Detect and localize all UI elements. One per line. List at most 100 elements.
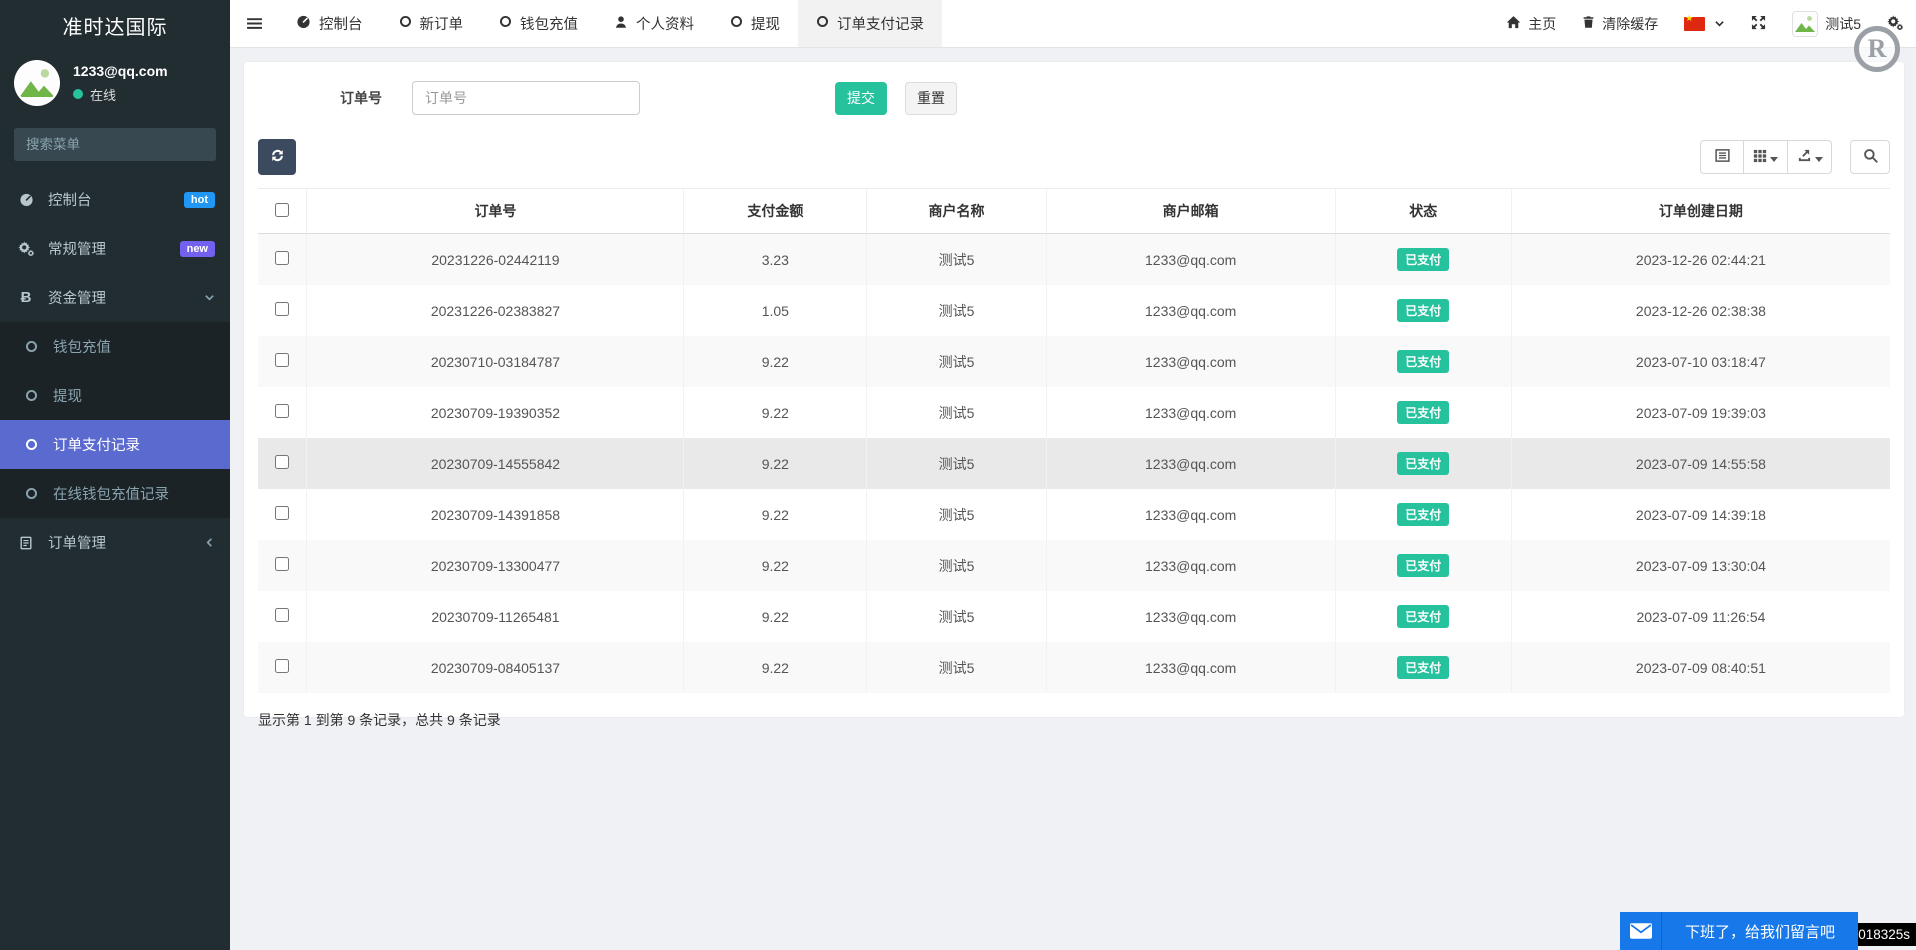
chevron-left-icon	[204, 537, 215, 548]
cell-status: 已支付	[1334, 285, 1512, 336]
cell-order_no: 20230709-19390352	[306, 387, 684, 438]
column-header-3: 商户邮箱	[1045, 188, 1336, 234]
records-summary: 显示第 1 到第 9 条记录，总共 9 条记录	[258, 712, 501, 728]
cell-status: 已支付	[1334, 387, 1512, 438]
sidebar-menu: 控制台 hot 常规管理 new Ƀ 资金管理 钱包充值 提现 订单支付记录 在线钱包充值记录订单…	[0, 175, 230, 567]
submit-button[interactable]: 提交	[835, 81, 887, 115]
cell-merchant: 测试5	[866, 336, 1047, 387]
cell-status: 已支付	[1334, 540, 1512, 591]
reset-button[interactable]: 重置	[905, 81, 957, 115]
hamburger-button[interactable]	[230, 0, 278, 47]
user-icon	[614, 15, 628, 33]
columns-button[interactable]	[1744, 140, 1788, 174]
china-flag-icon: ★	[1684, 13, 1706, 31]
tab-profile[interactable]: 个人资料	[596, 0, 712, 47]
row-checkbox[interactable]	[275, 659, 290, 673]
language-dropdown[interactable]: ★	[1671, 0, 1738, 47]
listview-icon	[1714, 148, 1730, 166]
trash-icon	[1582, 15, 1595, 32]
row-checkbox[interactable]	[275, 506, 290, 520]
row-checkbox[interactable]	[275, 353, 290, 367]
circle-icon	[20, 389, 42, 402]
row-checkbox-cell	[258, 591, 307, 642]
cell-merchant: 测试5	[866, 540, 1047, 591]
export-button[interactable]	[1788, 140, 1832, 174]
cell-email: 1233@qq.com	[1045, 387, 1336, 438]
home-link[interactable]: 主页	[1493, 0, 1569, 47]
filter-form: 订单号 提交 重置	[258, 80, 1890, 116]
sidebar-item-online-wallet-recharge-records[interactable]: 在线钱包充值记录	[0, 469, 230, 518]
cell-status: 已支付	[1334, 489, 1512, 540]
cell-created: 2023-07-09 14:39:18	[1510, 489, 1890, 540]
toggle-view-button[interactable]	[1700, 140, 1744, 174]
sidebar-item-wallet-recharge[interactable]: 钱包充值	[0, 322, 230, 371]
tab-new-order[interactable]: 新订单	[381, 0, 482, 47]
row-checkbox[interactable]	[275, 557, 290, 571]
badge-new: new	[179, 240, 215, 257]
refresh-button[interactable]	[258, 139, 296, 175]
topnav: 控制台新订单钱包充值个人资料提现订单支付记录 主页 清除缓存 ★ 测试	[230, 0, 1916, 48]
cell-email: 1233@qq.com	[1045, 540, 1336, 591]
table-toolbar	[258, 139, 1890, 175]
user-avatar[interactable]	[14, 60, 60, 106]
sidebar-item-funds-management[interactable]: Ƀ 资金管理	[0, 273, 230, 322]
file-icon	[15, 536, 37, 550]
cell-merchant: 测试5	[866, 387, 1047, 438]
tab-dashboard[interactable]: 控制台	[278, 0, 381, 47]
sidebar-search-button[interactable]	[215, 128, 216, 161]
row-checkbox[interactable]	[275, 302, 290, 316]
row-checkbox-cell	[258, 438, 307, 489]
clear-cache-link[interactable]: 清除缓存	[1569, 0, 1671, 47]
row-checkbox[interactable]	[275, 608, 290, 622]
row-checkbox-cell	[258, 285, 307, 336]
cell-status: 已支付	[1334, 438, 1512, 489]
row-checkbox[interactable]	[275, 251, 290, 265]
cell-amount: 9.22	[683, 540, 867, 591]
brand-title: 准时达国际	[62, 16, 168, 39]
cell-order_no: 20230709-14391858	[306, 489, 684, 540]
cell-amount: 1.05	[683, 285, 867, 336]
tab-label: 提现	[751, 17, 780, 33]
chat-message: 下班了，给我们留言吧	[1684, 923, 1835, 941]
tab-order-payment-records[interactable]: 订单支付记录	[798, 0, 942, 47]
cell-status: 已支付	[1334, 591, 1512, 642]
sidebar-item-order-payment-records[interactable]: 订单支付记录	[0, 420, 230, 469]
sidebar-item-dashboard[interactable]: 控制台 hot	[0, 175, 230, 224]
tab-label: 新订单	[419, 17, 464, 33]
status-badge: 已支付	[1397, 350, 1450, 373]
sidebar-item-label: 常规管理	[48, 242, 106, 258]
row-checkbox-cell	[258, 387, 307, 438]
table-row: 20230709-11265481 9.22 测试5 1233@qq.com 已支付 20…	[258, 591, 1890, 642]
cell-email: 1233@qq.com	[1045, 642, 1336, 693]
tab-withdraw[interactable]: 提现	[712, 0, 798, 47]
sidebar-item-withdraw[interactable]: 提现	[0, 371, 230, 420]
cell-amount: 3.23	[683, 233, 867, 285]
cell-order_no: 20231226-02383827	[306, 285, 684, 336]
column-header-0: 订单号	[306, 188, 684, 234]
cell-created: 2023-07-09 13:30:04	[1510, 540, 1890, 591]
row-checkbox[interactable]	[275, 404, 290, 418]
sidebar-item-label: 订单管理	[48, 536, 106, 552]
row-checkbox[interactable]	[275, 455, 290, 469]
image-placeholder-icon	[16, 62, 58, 104]
sidebar-item-order-management[interactable]: 订单管理	[0, 518, 230, 567]
image-placeholder-icon	[1793, 11, 1818, 36]
gears-icon	[15, 241, 37, 256]
circle-icon	[399, 15, 412, 32]
order-no-input[interactable]	[412, 81, 640, 115]
sidebar-search-input[interactable]	[14, 128, 215, 161]
cell-merchant: 测试5	[866, 438, 1047, 489]
cell-order_no: 20230709-14555842	[306, 438, 684, 489]
column-header-5: 订单创建日期	[1510, 188, 1890, 234]
fullscreen-button[interactable]	[1738, 0, 1779, 47]
cell-merchant: 测试5	[866, 489, 1047, 540]
cell-created: 2023-07-09 19:39:03	[1510, 387, 1890, 438]
header-checkbox-cell	[258, 188, 307, 234]
select-all-checkbox[interactable]	[275, 202, 290, 217]
home-icon	[1506, 15, 1521, 33]
tab-wallet-recharge[interactable]: 钱包充值	[481, 0, 596, 47]
sidebar-item-general-management[interactable]: 常规管理 new	[0, 224, 230, 273]
table-search-button[interactable]	[1850, 140, 1890, 174]
feedback-chat-bar[interactable]: 下班了，给我们留言吧	[1620, 912, 1858, 950]
toolbar-button-group	[1700, 140, 1832, 174]
